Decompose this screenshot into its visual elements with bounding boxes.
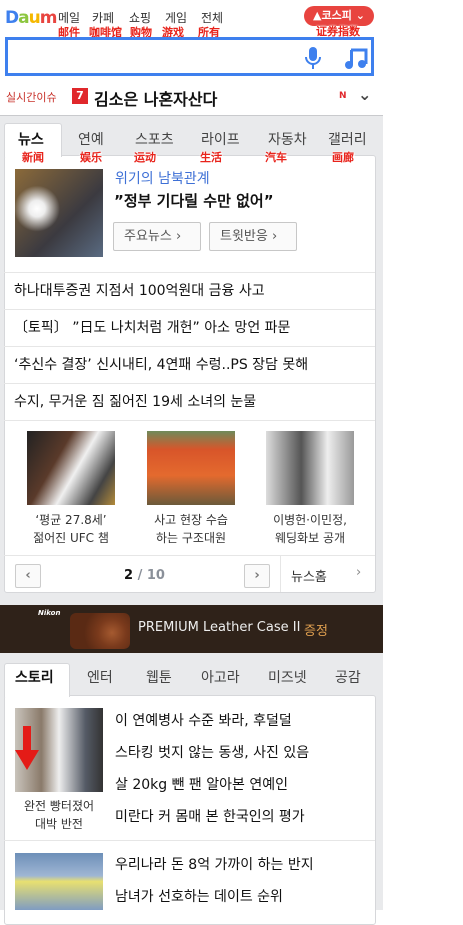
featured-news-image[interactable] <box>15 169 103 257</box>
tab-agora[interactable]: 아고라 <box>201 667 240 687</box>
music-note-icon[interactable] <box>344 46 368 70</box>
story-image-caption[interactable]: 완전 빵터졌어 대박 반전 <box>4 797 114 833</box>
divider <box>4 272 375 273</box>
photo-thumbnail[interactable] <box>147 431 235 505</box>
tab-gallery[interactable]: 갤러리 <box>328 129 367 149</box>
major-news-button[interactable]: 주요뉴스 › <box>113 222 201 251</box>
featured-headline[interactable]: ”정부 기다릴 수만 없어” <box>114 190 274 211</box>
story-item[interactable]: 남녀가 선호하는 데이트 순위 <box>115 886 283 906</box>
story-item[interactable]: 살 20kg 뺀 팬 알아본 연예인 <box>115 774 288 794</box>
rank-badge: 7 <box>72 88 88 104</box>
annotation: 画廊 <box>332 151 354 164</box>
news-item[interactable]: 수지, 무거운 짐 짊어진 19세 소녀의 눈물 <box>14 391 256 411</box>
daum-logo[interactable]: Daum <box>5 8 57 28</box>
divider <box>4 420 375 421</box>
page-indicator: 2 / 10 <box>124 568 165 583</box>
story-item[interactable]: 우리나라 돈 8억 가까이 하는 반지 <box>115 854 314 874</box>
chevron-down-icon: ⌄ <box>355 9 365 22</box>
realtime-issue-link[interactable]: 김소은 나혼자산다 <box>94 86 217 110</box>
divider <box>4 555 375 556</box>
next-page-button[interactable]: › <box>244 564 270 588</box>
page: Daum 메일 카페 쇼핑 게임 전체 邮件 咖啡馆 购物 游戏 所有 ▲코스피… <box>0 0 383 925</box>
tab-sports[interactable]: 스포츠 <box>135 129 174 149</box>
tab-enter[interactable]: 엔터 <box>87 667 113 687</box>
news-home-link[interactable]: 뉴스홈 <box>291 566 327 585</box>
nikon-logo: Nikon <box>38 609 61 617</box>
tweet-reaction-button[interactable]: 트윗반응 › <box>209 222 297 251</box>
tab-miznet[interactable]: 미즈넷 <box>268 667 307 687</box>
news-item[interactable]: ‘추신수 결장’ 신시내티, 4연패 수렁..PS 장담 못해 <box>14 354 308 374</box>
chevron-right-icon: › <box>356 565 362 580</box>
tab-webtoon[interactable]: 웹툰 <box>146 667 172 687</box>
divider <box>4 383 375 384</box>
story-image[interactable] <box>15 853 103 910</box>
new-badge: N <box>339 91 347 101</box>
tab-news[interactable]: 뉴스 <box>18 129 44 149</box>
ad-highlight: 증정 <box>304 624 328 639</box>
featured-category[interactable]: 위기의 남북관계 <box>115 168 210 188</box>
photo-caption[interactable]: 사고 현장 수습 하는 구조대원 <box>136 511 246 547</box>
photo-caption[interactable]: 이병헌·이민정, 웨딩화보 공개 <box>255 511 365 547</box>
news-item[interactable]: 하나대투증권 지점서 100억원대 금융 사고 <box>14 280 265 300</box>
prev-page-button[interactable]: ‹ <box>15 564 41 588</box>
realtime-label: 실시간이슈 <box>6 91 57 104</box>
camera-case-image <box>70 613 130 649</box>
annotation: 汽车 <box>265 151 287 164</box>
annotation: 娱乐 <box>80 151 102 164</box>
divider <box>4 309 375 310</box>
ad-text: PREMIUM Leather Case II <box>138 620 301 635</box>
story-image[interactable] <box>15 708 103 792</box>
divider <box>4 840 375 841</box>
photo-thumbnail[interactable] <box>266 431 354 505</box>
tab-life[interactable]: 라이프 <box>201 129 240 149</box>
tab-empathy[interactable]: 공감 <box>335 667 361 687</box>
photo-thumbnail[interactable] <box>27 431 115 505</box>
tab-car[interactable]: 자동차 <box>268 129 307 149</box>
search-input[interactable] <box>5 37 374 76</box>
story-item[interactable]: 미란다 커 몸매 본 한국인의 평가 <box>115 806 305 826</box>
story-item[interactable]: 이 연예병사 수준 봐라, 후덜덜 <box>115 710 292 730</box>
divider <box>280 556 281 592</box>
header: Daum 메일 카페 쇼핑 게임 전체 邮件 咖啡馆 购物 游戏 所有 ▲코스피… <box>0 0 383 116</box>
divider <box>4 346 375 347</box>
mic-icon[interactable] <box>305 46 321 70</box>
story-item[interactable]: 스타킹 벗지 않는 동생, 사진 있음 <box>115 742 309 762</box>
tab-entertainment[interactable]: 연예 <box>78 129 104 149</box>
chevron-down-icon[interactable]: ⌄ <box>358 85 371 104</box>
tab-story[interactable]: 스토리 <box>15 667 54 687</box>
ad-banner[interactable]: Nikon PREMIUM Leather Case II 증정 <box>0 605 383 653</box>
annotation: 生活 <box>200 151 222 164</box>
red-arrow-icon <box>15 726 39 770</box>
annotation: 运动 <box>134 151 156 164</box>
news-item[interactable]: 〔토픽〕 ”日도 나치처럼 개헌” 아소 망언 파문 <box>14 317 290 337</box>
annotation: 新闻 <box>22 151 44 164</box>
photo-caption[interactable]: ‘평균 27.8세’ 젊어진 UFC 챔 <box>16 511 126 547</box>
